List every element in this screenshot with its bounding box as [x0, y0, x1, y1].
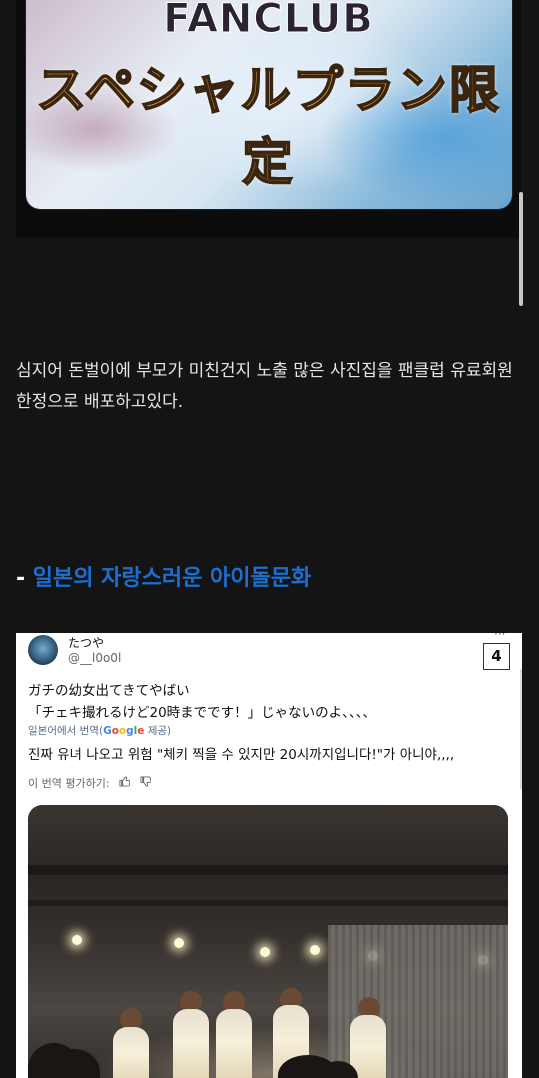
tweet-text-line1: ガチの幼女出てきてやばい	[28, 683, 190, 699]
banner-line1: FANCLUB	[163, 0, 374, 43]
thumbs-up-icon	[119, 776, 131, 790]
heading-accent: 일본의 자랑스러운 아이돌문화	[32, 566, 312, 591]
image-number-badge: 4	[483, 643, 510, 670]
performer	[173, 1009, 209, 1078]
divider	[520, 669, 522, 789]
rate-translation-label: 이 번역 평가하기:	[28, 777, 110, 790]
translated-prefix: 일본어에서 번역(	[28, 725, 104, 737]
performer	[350, 1015, 386, 1078]
thumbs-down-icon	[140, 776, 151, 790]
banner-line2: スペシャルプラン限定	[35, 60, 501, 192]
performer	[216, 1009, 252, 1078]
more-icon: ···	[494, 633, 506, 641]
tweet-display-name: たつや	[68, 636, 105, 650]
stage-light	[72, 935, 82, 945]
tweet-text-line2: 「チェキ撮れるけど20時までです！」じゃないのよ、、、、	[28, 705, 376, 721]
concert-photo	[28, 805, 508, 1078]
performer	[113, 1027, 149, 1078]
scrollbar[interactable]	[519, 192, 523, 306]
stage-light	[174, 938, 184, 948]
avatar	[28, 635, 58, 665]
heading-prefix: -	[16, 566, 33, 591]
translated-by-label: 일본어에서 번역(Google 제공)	[28, 723, 171, 738]
translated-suffix: 제공)	[144, 725, 172, 737]
stage-truss	[28, 865, 508, 875]
tweet-screenshot: たつや @__l0o0l ··· 4 ガチの幼女出てきてやばい 「チェキ撮れるけ…	[16, 633, 522, 1078]
rate-translation-row: 이 번역 평가하기:	[28, 775, 151, 791]
post-paragraph: 심지어 돈벌이에 부모가 미친건지 노출 많은 사진집을 팬클럽 유료회원 한정…	[16, 361, 513, 412]
section-heading: - 일본의 자랑스러운 아이돌문화	[16, 560, 311, 592]
stage-truss	[28, 900, 508, 906]
stage-light	[260, 947, 270, 957]
google-logo: Google	[103, 725, 145, 737]
stage-light	[310, 945, 320, 955]
tweet-handle: @__l0o0l	[68, 651, 122, 665]
fanclub-banner-image: FANCLUB スペシャルプラン限定	[16, 0, 521, 238]
tweet-translation: 진짜 유녀 나오고 위험 "체키 찍을 수 있지만 20시까지입니다!"가 아니…	[28, 747, 455, 763]
